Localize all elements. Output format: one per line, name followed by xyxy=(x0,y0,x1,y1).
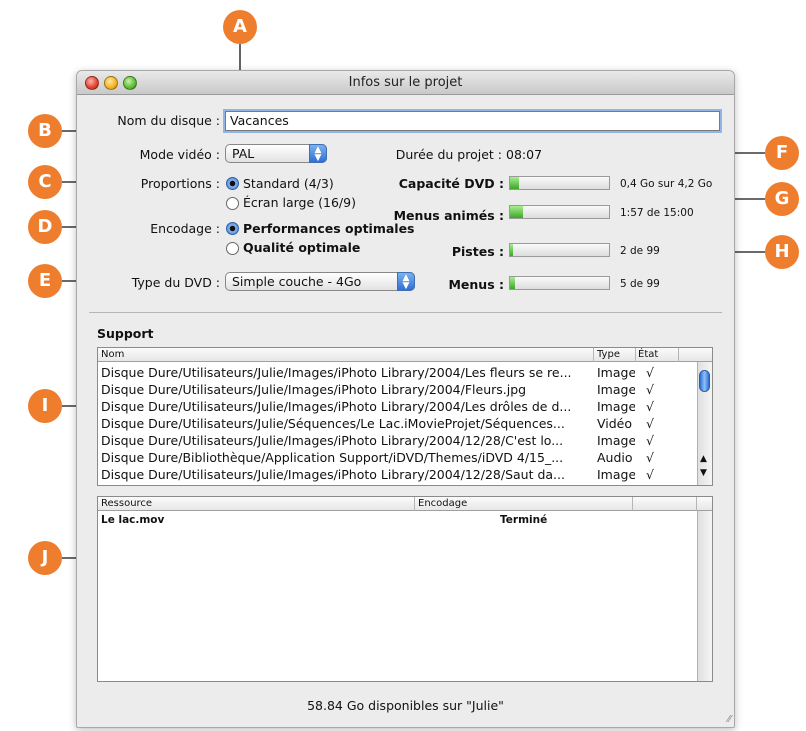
support-row[interactable]: Disque Dure/Utilisateurs/Julie/Images/iP… xyxy=(98,381,712,398)
disc-name-label: Nom du disque : xyxy=(117,113,220,128)
window-title: Infos sur le projet xyxy=(348,75,463,90)
tracks-bar xyxy=(509,243,610,257)
radio-performance[interactable] xyxy=(226,222,239,235)
support-table: Nom Type État Disque Dure/Utilisateurs/J… xyxy=(97,347,713,486)
cell-type: Image xyxy=(597,382,635,397)
scroll-down-icon[interactable]: ▼ xyxy=(700,468,707,478)
video-mode-value: PAL xyxy=(232,146,255,161)
support-row[interactable]: Disque Dure/Utilisateurs/Julie/Images/iP… xyxy=(98,466,712,483)
support-row[interactable]: Disque Dure/Utilisateurs/Julie/Images/iP… xyxy=(98,432,712,449)
callout-b: B xyxy=(28,114,62,148)
col-header-status[interactable]: État xyxy=(638,349,658,360)
dvd-capacity-bar xyxy=(509,176,610,190)
cell-type: Image xyxy=(597,467,635,482)
callout-j: J xyxy=(28,541,62,575)
callout-g: G xyxy=(765,182,799,216)
radio-standard[interactable] xyxy=(226,177,239,190)
callout-h: H xyxy=(765,235,799,269)
dvd-type-label: Type du DVD : xyxy=(131,275,220,290)
cell-status: √ xyxy=(646,467,654,482)
duration-value: 08:07 xyxy=(506,147,543,162)
resource-table-header: Ressource Encodage xyxy=(98,497,712,511)
cell-status: √ xyxy=(646,450,654,465)
col-header-encoding[interactable]: Encodage xyxy=(418,498,467,509)
radio-widescreen[interactable] xyxy=(226,197,239,210)
cell-type: Audio xyxy=(597,450,633,465)
support-row[interactable]: Disque Dure/Utilisateurs/Julie/Séquences… xyxy=(98,415,712,432)
cell-status: √ xyxy=(646,365,654,380)
resource-scrollbar[interactable] xyxy=(697,511,712,681)
support-table-header: Nom Type État xyxy=(98,348,712,362)
cell-type: Image xyxy=(597,365,635,380)
free-space-text: 58.84 Go disponibles sur "Julie" xyxy=(307,698,504,713)
support-rows: Disque Dure/Utilisateurs/Julie/Images/iP… xyxy=(98,362,712,483)
cell-name: Disque Dure/Utilisateurs/Julie/Images/iP… xyxy=(101,382,527,397)
cell-name: Disque Dure/Utilisateurs/Julie/Images/iP… xyxy=(101,433,564,448)
resource-row[interactable]: Le lac.mov Terminé xyxy=(98,513,712,530)
tracks-label: Pistes : xyxy=(451,244,504,259)
video-mode-popup[interactable]: PAL ▲ ▼ xyxy=(225,144,327,163)
resize-grip-icon[interactable]: ⁄⁄ xyxy=(728,714,731,725)
duration-label: Durée du projet : xyxy=(395,147,502,162)
cell-name: Disque Dure/Utilisateurs/Julie/Images/iP… xyxy=(101,365,572,380)
dvd-capacity-value: 0,4 Go sur 4,2 Go xyxy=(620,178,713,190)
menus-bar xyxy=(509,276,610,290)
radio-performance-label[interactable]: Performances optimales xyxy=(243,221,415,236)
animated-menus-value: 1:57 de 15:00 xyxy=(620,207,694,219)
scroll-up-icon[interactable]: ▲ xyxy=(700,454,707,464)
support-row[interactable]: Disque Dure/Utilisateurs/Julie/Images/iP… xyxy=(98,364,712,381)
support-row[interactable]: Disque Dure/Bibliothèque/Application Sup… xyxy=(98,449,712,466)
col-header-resource[interactable]: Ressource xyxy=(101,498,152,509)
cell-type: Vidéo xyxy=(597,416,633,431)
callout-i: I xyxy=(28,389,62,423)
cell-status: √ xyxy=(646,416,654,431)
video-mode-label: Mode vidéo : xyxy=(139,147,220,162)
radio-quality[interactable] xyxy=(226,242,239,255)
dvd-capacity-label: Capacité DVD : xyxy=(398,176,504,191)
screenshot-canvas: A B C D E F G H I J Infos sur le projet … xyxy=(0,0,806,731)
cell-encoding: Terminé xyxy=(500,514,548,526)
support-row[interactable]: Disque Dure/Utilisateurs/Julie/Images/iP… xyxy=(98,398,712,415)
cell-resource: Le lac.mov xyxy=(101,514,165,526)
cell-status: √ xyxy=(646,382,654,397)
cell-status: √ xyxy=(646,433,654,448)
separator xyxy=(89,312,722,313)
title-bar[interactable]: Infos sur le projet xyxy=(77,71,734,95)
cell-name: Disque Dure/Bibliothèque/Application Sup… xyxy=(101,450,564,465)
col-header-name[interactable]: Nom xyxy=(101,349,124,360)
tracks-value: 2 de 99 xyxy=(620,245,660,257)
cell-name: Disque Dure/Utilisateurs/Julie/Images/iP… xyxy=(101,467,565,482)
resource-rows: Le lac.mov Terminé xyxy=(98,511,712,530)
popup-arrows-icon: ▲ ▼ xyxy=(309,144,327,163)
cell-status: √ xyxy=(646,399,654,414)
cell-type: Image xyxy=(597,433,635,448)
col-header-type[interactable]: Type xyxy=(597,349,620,360)
disc-name-field[interactable]: Vacances xyxy=(225,111,720,131)
menus-value: 5 de 99 xyxy=(620,278,660,290)
callout-c: C xyxy=(28,165,62,199)
support-scrollbar[interactable]: ▲ ▼ xyxy=(697,362,712,485)
cell-name: Disque Dure/Utilisateurs/Julie/Séquences… xyxy=(101,416,565,431)
resource-table: Ressource Encodage Le lac.mov Terminé xyxy=(97,496,713,682)
callout-f: F xyxy=(765,136,799,170)
animated-menus-bar xyxy=(509,205,610,219)
project-info-window: Infos sur le projet Nom du disque : Vaca… xyxy=(76,70,735,728)
menus-label: Menus : xyxy=(448,277,504,292)
radio-standard-label[interactable]: Standard (4/3) xyxy=(243,176,334,191)
support-title: Support xyxy=(97,326,154,341)
cell-type: Image xyxy=(597,399,635,414)
callout-e: E xyxy=(28,264,62,298)
animated-menus-label: Menus animés : xyxy=(393,208,504,223)
proportions-label: Proportions : xyxy=(140,176,220,191)
callout-a: A xyxy=(223,10,257,44)
cell-name: Disque Dure/Utilisateurs/Julie/Images/iP… xyxy=(101,399,572,414)
encoding-label: Encodage : xyxy=(150,221,220,236)
callout-d: D xyxy=(28,210,62,244)
scroll-thumb[interactable] xyxy=(699,370,710,392)
